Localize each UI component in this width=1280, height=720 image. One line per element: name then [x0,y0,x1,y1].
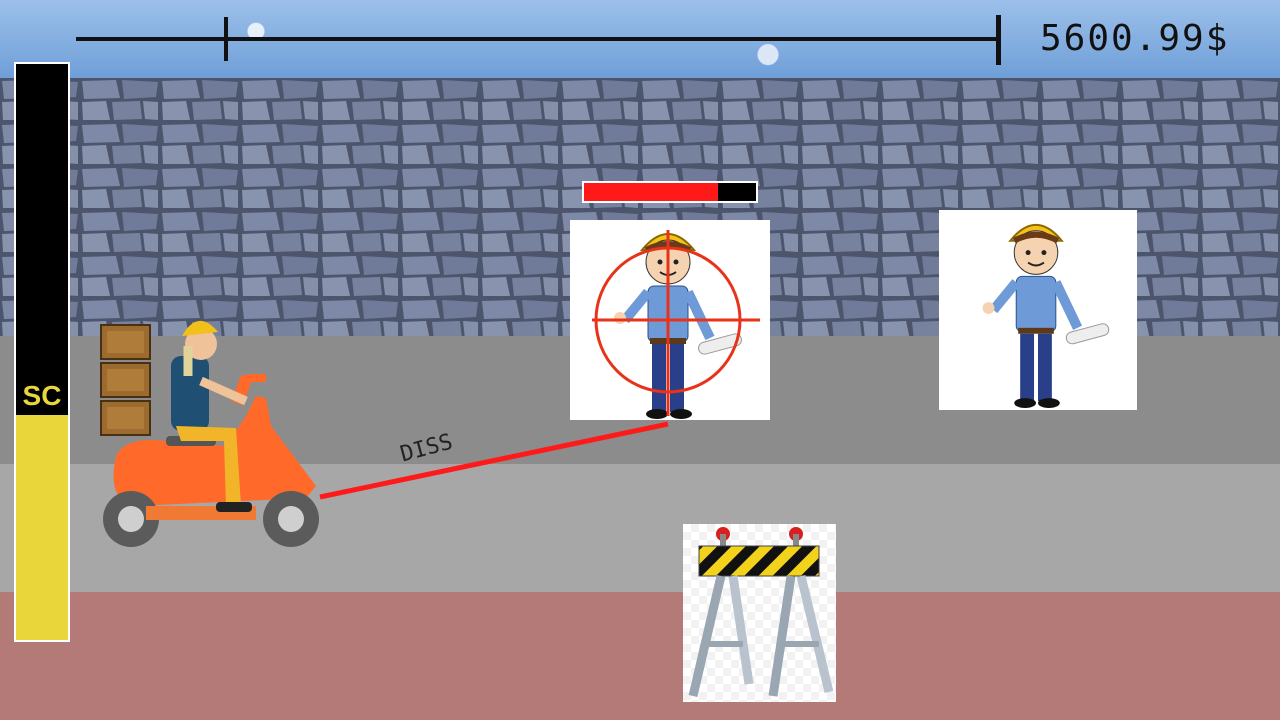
idle-worker-card[interactable] [939,210,1137,410]
enemy-health-fill [584,183,719,201]
cargo-boxes [100,324,151,436]
crosshair-icon [592,230,760,416]
player-scooter[interactable] [96,306,328,550]
worker-sprite [982,224,1110,409]
barrier-icon [688,527,834,698]
enemy-health-bar [582,181,758,203]
roadblock-obstacle [683,524,836,702]
target-worker-card[interactable] [570,220,770,420]
